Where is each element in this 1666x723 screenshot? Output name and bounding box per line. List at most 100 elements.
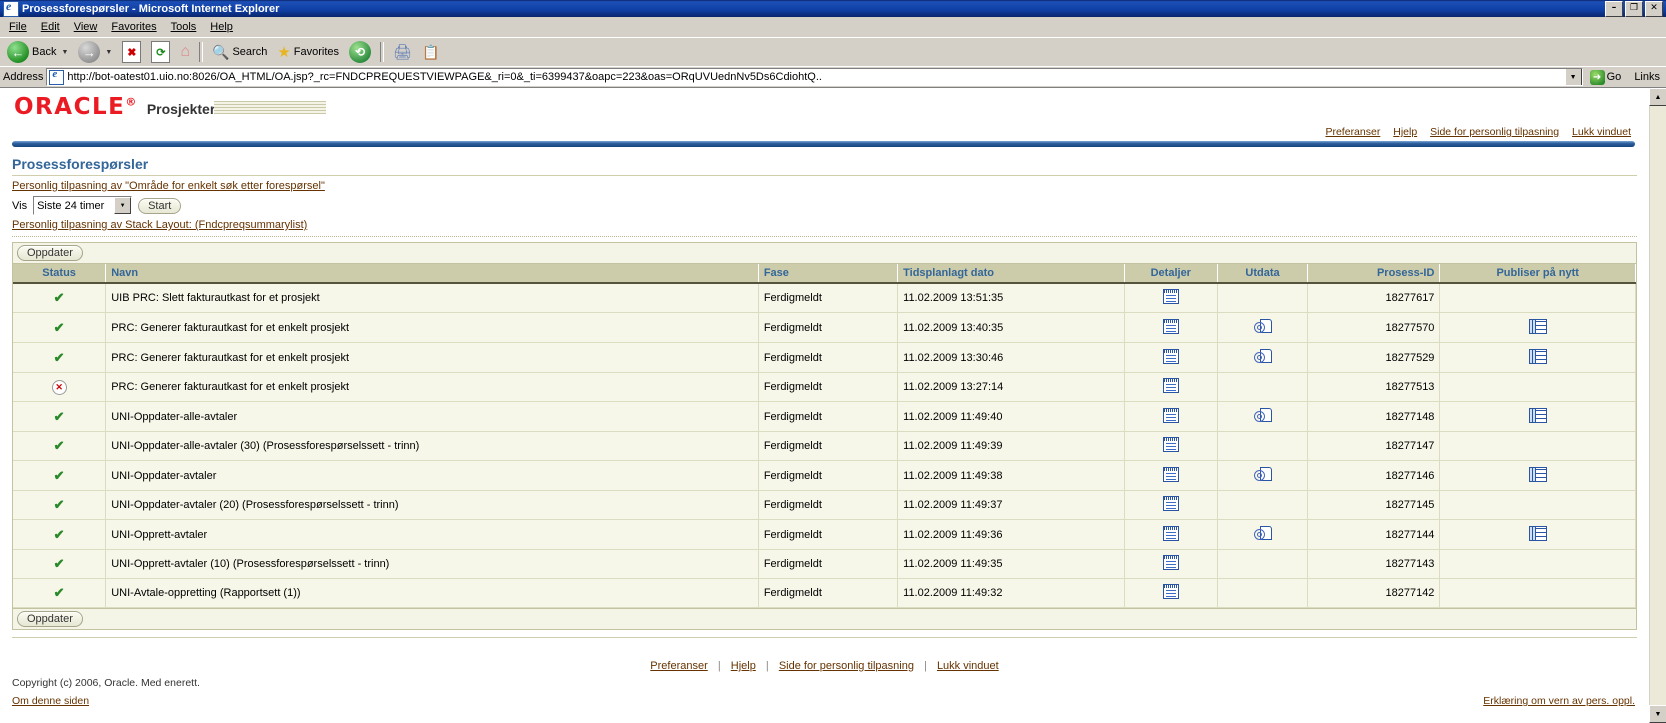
chevron-down-icon[interactable]: ▼ (114, 197, 132, 214)
output-icon[interactable] (1253, 349, 1272, 363)
details-icon[interactable] (1162, 378, 1179, 393)
table-header-row: Status Navn Fase Tidsplanlagt dato Detal… (13, 264, 1636, 284)
column-header-navn[interactable]: Navn (105, 264, 759, 284)
footer-link-personalization[interactable]: Side for personlig tilpasning (779, 660, 914, 672)
details-icon[interactable] (1162, 555, 1179, 570)
cell-navn: UNI-Avtale-oppretting (Rapportsett (1)) (105, 578, 759, 608)
cell-status: ✔ (13, 283, 107, 313)
forward-button[interactable]: → ▼ (74, 38, 116, 66)
menu-label-favorites: Favorites (111, 20, 157, 33)
output-icon[interactable] (1253, 467, 1272, 481)
republish-icon[interactable] (1529, 407, 1548, 423)
minimize-button[interactable]: – (1605, 0, 1623, 17)
cell-detaljer (1124, 578, 1218, 608)
refresh-button[interactable]: ⟳ (147, 38, 174, 66)
go-button[interactable]: ➜ Go (1586, 69, 1626, 85)
address-url-text: http://bot-oatest01.uio.no:8026/OA_HTML/… (67, 71, 822, 83)
cell-utdata (1217, 372, 1309, 402)
title-bar: Prosessforespørsler - Microsoft Internet… (0, 0, 1666, 17)
dotted-divider (12, 236, 1637, 237)
table-row: ✔ UNI-Avtale-oppretting (Rapportsett (1))… (13, 578, 1636, 608)
details-icon[interactable] (1162, 348, 1179, 364)
republish-icon[interactable] (1529, 466, 1548, 482)
details-icon[interactable] (1162, 496, 1179, 511)
global-link-hjelp[interactable]: Hjelp (1393, 126, 1417, 138)
vis-select[interactable]: Siste 24 timer ▼ (33, 196, 133, 215)
details-icon[interactable] (1162, 289, 1179, 304)
vertical-scrollbar[interactable]: ▲ ▼ (1649, 88, 1666, 723)
footer-link-hjelp[interactable]: Hjelp (731, 660, 756, 672)
cell-prosess-id: 18277513 (1307, 372, 1441, 402)
privacy-statement-link[interactable]: Erklæring om vern av pers. oppl. (1483, 695, 1635, 707)
global-link-personalization[interactable]: Side for personlig tilpasning (1430, 126, 1559, 138)
column-header-utdata[interactable]: Utdata (1217, 264, 1309, 284)
personalize-stack-layout-link[interactable]: Personlig tilpasning av Stack Layout: (F… (12, 219, 1649, 231)
check-icon: ✔ (53, 349, 65, 365)
details-icon[interactable] (1162, 584, 1179, 599)
favorites-label: Favorites (293, 46, 340, 58)
refresh-button-top[interactable]: Oppdater (17, 245, 83, 261)
restore-button[interactable]: ❐ (1625, 0, 1643, 17)
column-header-fase[interactable]: Fase (758, 264, 899, 284)
footer-link-close-window[interactable]: Lukk vinduet (937, 660, 999, 672)
output-icon[interactable] (1253, 526, 1272, 540)
republish-icon[interactable] (1529, 318, 1548, 334)
details-icon[interactable] (1162, 437, 1179, 452)
menu-item-edit[interactable]: Edit (34, 19, 67, 35)
cell-fase: Ferdigmeldt (758, 283, 899, 313)
table-toolbar-top: Oppdater (13, 243, 1636, 264)
menu-item-favorites[interactable]: Favorites (104, 19, 163, 35)
close-button[interactable]: ✕ (1645, 0, 1663, 17)
print-button[interactable]: 🖨 (389, 38, 416, 66)
start-button[interactable]: Start (138, 197, 182, 214)
history-button[interactable]: ⟲ (345, 38, 375, 66)
cell-navn: UNI-Oppdater-alle-avtaler (30) (Prosessf… (105, 431, 759, 461)
column-header-detaljer[interactable]: Detaljer (1124, 264, 1218, 284)
address-input[interactable]: http://bot-oatest01.uio.no:8026/OA_HTML/… (46, 68, 1583, 86)
column-header-status[interactable]: Status (13, 264, 107, 284)
cell-prosess-id: 18277142 (1307, 578, 1441, 608)
global-link-close-window[interactable]: Lukk vinduet (1572, 126, 1631, 138)
about-this-page-link[interactable]: Om denne siden (12, 695, 200, 707)
edit-button[interactable]: 📋 (418, 38, 443, 66)
print-icon: 🖨 (393, 44, 413, 61)
favorites-button[interactable]: ★ Favorites (273, 38, 343, 66)
republish-icon[interactable] (1529, 525, 1548, 541)
column-header-publiser[interactable]: Publiser på nytt (1439, 264, 1636, 284)
links-button[interactable]: Links (1628, 71, 1666, 83)
cell-navn: PRC: Generer fakturautkast for et enkelt… (105, 372, 759, 402)
personalize-search-region-link[interactable]: Personlig tilpasning av "Område for enke… (12, 180, 1649, 192)
column-header-prosess-id[interactable]: Prosess-ID (1307, 264, 1441, 284)
cell-fase: Ferdigmeldt (758, 490, 899, 520)
back-dropdown-icon[interactable]: ▼ (61, 49, 68, 56)
home-button[interactable]: ⌂ (176, 38, 194, 66)
forward-dropdown-icon[interactable]: ▼ (105, 49, 112, 56)
cell-detaljer (1124, 372, 1218, 402)
menu-item-view[interactable]: View (67, 19, 105, 35)
refresh-button-bottom[interactable]: Oppdater (17, 611, 83, 627)
output-icon[interactable] (1253, 408, 1272, 422)
details-icon[interactable] (1162, 466, 1179, 482)
back-button[interactable]: ← Back ▼ (3, 38, 72, 66)
cell-fase: Ferdigmeldt (758, 372, 899, 402)
menu-item-help[interactable]: Help (203, 19, 240, 35)
refresh-icon: ⟳ (151, 41, 171, 63)
details-icon[interactable] (1162, 525, 1179, 541)
menu-item-tools[interactable]: Tools (164, 19, 204, 35)
scroll-up-button[interactable]: ▲ (1649, 88, 1666, 106)
stop-button[interactable]: ✖ (118, 38, 145, 66)
scroll-track[interactable] (1650, 106, 1666, 705)
search-button[interactable]: 🔍 Search (208, 38, 271, 66)
details-icon[interactable] (1162, 407, 1179, 423)
address-dropdown-icon[interactable]: ▼ (1564, 69, 1582, 85)
global-link-preferanser[interactable]: Preferanser (1325, 126, 1380, 138)
column-header-dato[interactable]: Tidsplanlagt dato (897, 264, 1125, 284)
table-row: ✔ UNI-Oppdater-avtaler (20) (Prosessfores… (13, 490, 1636, 520)
details-icon[interactable] (1162, 318, 1179, 334)
republish-icon[interactable] (1529, 348, 1548, 364)
menu-item-file[interactable]: File (2, 19, 34, 35)
cell-utdata (1217, 519, 1309, 550)
output-icon[interactable] (1253, 319, 1272, 333)
scroll-down-button[interactable]: ▼ (1649, 705, 1666, 723)
footer-link-preferanser[interactable]: Preferanser (650, 660, 707, 672)
